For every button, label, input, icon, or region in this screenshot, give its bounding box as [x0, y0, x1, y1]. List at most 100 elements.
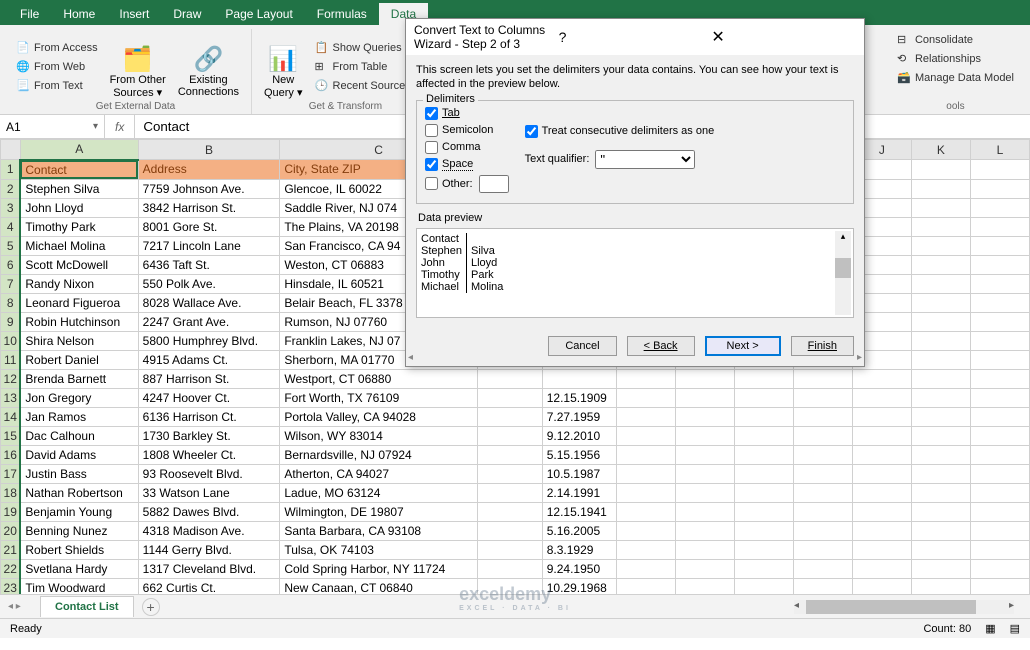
cell[interactable] [616, 578, 675, 594]
comma-checkbox-row[interactable]: Comma [425, 141, 509, 154]
row-header-9[interactable]: 9 [1, 312, 21, 331]
cell[interactable] [911, 217, 970, 236]
cell[interactable] [970, 540, 1029, 559]
cell[interactable] [970, 407, 1029, 426]
cell[interactable]: Ladue, MO 63124 [280, 483, 477, 502]
row-header-5[interactable]: 5 [1, 236, 21, 255]
cell[interactable] [734, 540, 793, 559]
row-header-18[interactable]: 18 [1, 483, 21, 502]
cell[interactable] [911, 464, 970, 483]
close-icon[interactable]: ✕ [703, 27, 856, 47]
cell[interactable] [793, 445, 852, 464]
cell[interactable] [970, 502, 1029, 521]
cell[interactable] [675, 559, 734, 578]
cell[interactable]: 8028 Wallace Ave. [138, 293, 280, 312]
cell[interactable]: 33 Watson Lane [138, 483, 280, 502]
cell[interactable]: Jon Gregory [20, 388, 138, 407]
cell[interactable] [911, 483, 970, 502]
tab-home[interactable]: Home [51, 3, 107, 25]
col-header-l[interactable]: L [970, 140, 1029, 160]
cell[interactable]: 2247 Grant Ave. [138, 312, 280, 331]
row-header-14[interactable]: 14 [1, 407, 21, 426]
cell[interactable] [852, 426, 911, 445]
row-header-17[interactable]: 17 [1, 464, 21, 483]
cell[interactable] [675, 369, 734, 388]
cell[interactable] [970, 217, 1029, 236]
cell[interactable] [616, 445, 675, 464]
cell[interactable] [970, 160, 1029, 180]
cell[interactable] [911, 445, 970, 464]
cell[interactable] [675, 521, 734, 540]
cell[interactable] [616, 540, 675, 559]
cell[interactable] [793, 521, 852, 540]
col-header-b[interactable]: B [138, 140, 280, 160]
cell[interactable] [970, 312, 1029, 331]
row-header-21[interactable]: 21 [1, 540, 21, 559]
cell[interactable]: Michael Molina [20, 236, 138, 255]
cell[interactable]: Robin Hutchinson [20, 312, 138, 331]
cell[interactable] [970, 255, 1029, 274]
cell[interactable] [477, 521, 542, 540]
cell[interactable]: Westport, CT 06880 [280, 369, 477, 388]
col-header-a[interactable]: A [20, 140, 138, 160]
row-header-13[interactable]: 13 [1, 388, 21, 407]
cell[interactable] [616, 502, 675, 521]
row-header-11[interactable]: 11 [1, 350, 21, 369]
from-text[interactable]: 📃From Text [12, 77, 102, 95]
col-header-k[interactable]: K [911, 140, 970, 160]
cell[interactable] [911, 179, 970, 198]
existing-connections[interactable]: 🔗Existing Connections [174, 43, 243, 100]
help-icon[interactable]: ? [551, 29, 704, 45]
tab-draw[interactable]: Draw [161, 3, 213, 25]
cell[interactable] [970, 236, 1029, 255]
cell[interactable] [852, 407, 911, 426]
row-header-1[interactable]: 1 [1, 160, 21, 180]
row-header-2[interactable]: 2 [1, 179, 21, 198]
cell[interactable] [734, 407, 793, 426]
cell[interactable]: 1808 Wheeler Ct. [138, 445, 280, 464]
cell[interactable] [675, 540, 734, 559]
from-web[interactable]: 🌐From Web [12, 58, 102, 76]
cell[interactable] [970, 521, 1029, 540]
cell[interactable] [477, 502, 542, 521]
tab-page-layout[interactable]: Page Layout [213, 3, 304, 25]
cell[interactable] [793, 464, 852, 483]
cell[interactable]: 7759 Johnson Ave. [138, 179, 280, 198]
cell[interactable]: 4915 Adams Ct. [138, 350, 280, 369]
cell[interactable] [477, 388, 542, 407]
cell[interactable] [852, 578, 911, 594]
cell[interactable] [675, 445, 734, 464]
cell[interactable] [477, 464, 542, 483]
row-header-23[interactable]: 23 [1, 578, 21, 594]
other-checkbox[interactable] [425, 177, 438, 190]
from-table[interactable]: ⊞From Table [311, 58, 415, 76]
cell[interactable]: 9.24.1950 [542, 559, 616, 578]
tab-checkbox[interactable] [425, 107, 438, 120]
cell[interactable] [911, 426, 970, 445]
cell[interactable] [970, 331, 1029, 350]
row-header-15[interactable]: 15 [1, 426, 21, 445]
name-box[interactable]: A1 [0, 115, 105, 138]
cell[interactable] [793, 426, 852, 445]
cell[interactable] [970, 388, 1029, 407]
cell[interactable] [793, 407, 852, 426]
cell[interactable]: 12.15.1941 [542, 502, 616, 521]
cell[interactable]: David Adams [20, 445, 138, 464]
cell[interactable]: Randy Nixon [20, 274, 138, 293]
text-qualifier-select[interactable]: " [595, 150, 695, 169]
cell[interactable] [793, 578, 852, 594]
cell[interactable] [734, 464, 793, 483]
cell[interactable] [970, 179, 1029, 198]
cell[interactable] [852, 521, 911, 540]
cell[interactable] [616, 559, 675, 578]
cell[interactable] [616, 483, 675, 502]
cell[interactable] [852, 369, 911, 388]
row-header-20[interactable]: 20 [1, 521, 21, 540]
cell[interactable] [970, 426, 1029, 445]
cell[interactable] [911, 331, 970, 350]
cell[interactable] [675, 502, 734, 521]
cell[interactable]: 7217 Lincoln Lane [138, 236, 280, 255]
cell[interactable]: 93 Roosevelt Blvd. [138, 464, 280, 483]
cell[interactable] [970, 274, 1029, 293]
cell[interactable] [734, 445, 793, 464]
